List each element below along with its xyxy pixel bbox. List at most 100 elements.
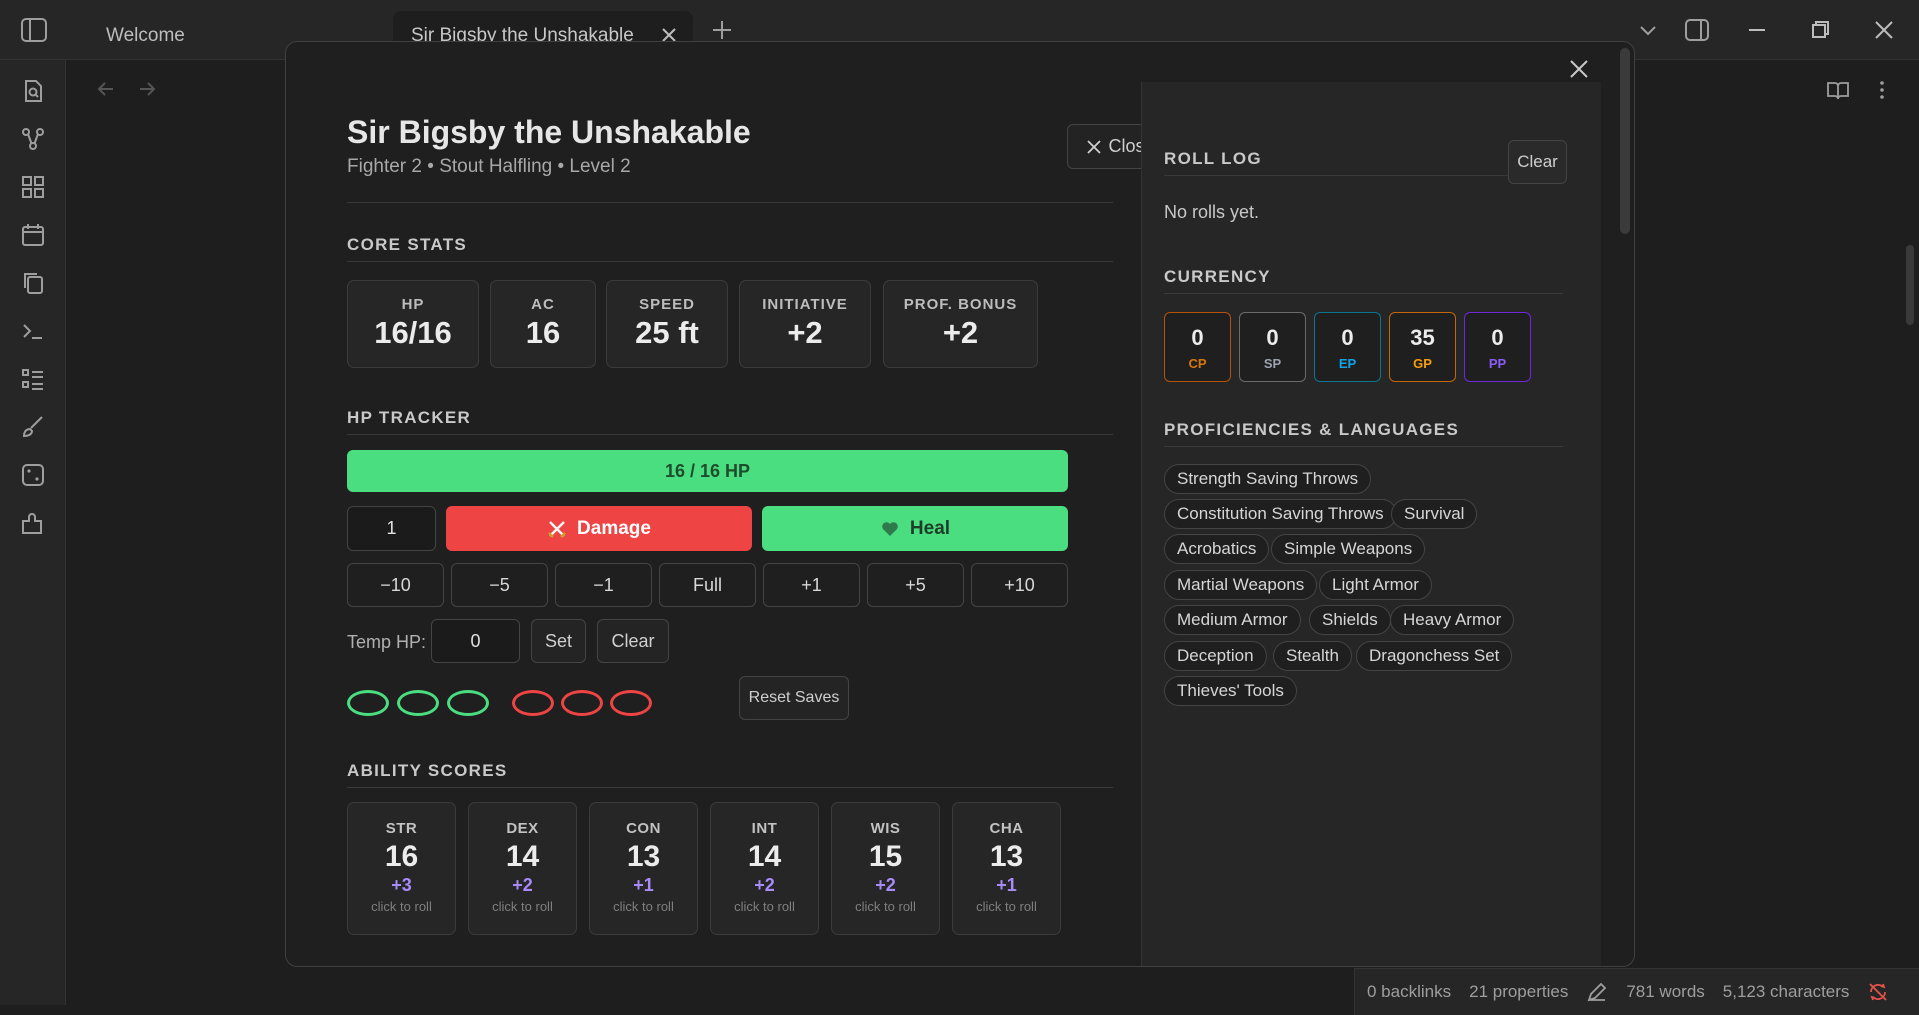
ability-hint: click to roll <box>613 899 674 914</box>
calendar-icon[interactable] <box>20 222 46 248</box>
copy-icon[interactable] <box>20 270 46 296</box>
coin-label: EP <box>1338 356 1357 371</box>
more-options-icon[interactable] <box>1870 78 1894 102</box>
death-save-success-2[interactable] <box>397 690 439 716</box>
ability-label: CHA <box>989 820 1024 837</box>
modal-close-icon[interactable] <box>1568 58 1590 80</box>
hp-bar-text: 16 / 16 HP <box>664 460 751 481</box>
ability-str[interactable]: STR 16 +3 click to roll <box>347 802 456 935</box>
arrow-right-icon[interactable] <box>136 78 158 100</box>
stat-label: HP <box>401 296 425 313</box>
reset-saves-button[interactable]: Reset Saves <box>739 676 849 720</box>
hp-bar: 16 / 16 HP <box>347 450 1068 492</box>
temp-hp-clear-button[interactable]: Clear <box>597 619 669 663</box>
stat-value: +2 <box>787 315 823 350</box>
hp-full-button[interactable]: Full <box>659 563 756 607</box>
modal-scrollbar[interactable] <box>1620 48 1630 234</box>
ability-con[interactable]: CON 13 +1 click to roll <box>589 802 698 935</box>
layout-grid-icon[interactable] <box>20 174 46 200</box>
stat-label: INITIATIVE <box>762 296 848 313</box>
arrow-left-icon[interactable] <box>95 78 117 100</box>
file-search-icon[interactable] <box>20 78 46 104</box>
divider <box>1164 293 1563 294</box>
dice-icon[interactable] <box>20 462 46 488</box>
terminal-icon[interactable] <box>20 318 46 344</box>
editor-scrollbar[interactable] <box>1906 245 1914 325</box>
roll-log-clear-button[interactable]: Clear <box>1508 140 1567 184</box>
ability-dex[interactable]: DEX 14 +2 click to roll <box>468 802 577 935</box>
proficiency-tag: Medium Armor <box>1164 605 1301 635</box>
ability-modifier: +1 <box>633 875 654 895</box>
coin-sp[interactable]: 0 SP <box>1239 312 1306 382</box>
status-bar: 0 backlinks 21 properties 781 words 5,12… <box>1354 968 1919 1015</box>
coin-gp[interactable]: 35 GP <box>1389 312 1456 382</box>
puzzle-icon[interactable] <box>20 510 46 536</box>
coin-value: 0 <box>1191 325 1204 350</box>
roll-log-empty: No rolls yet. <box>1164 202 1260 222</box>
stat-value: +2 <box>942 315 979 350</box>
coin-label: PP <box>1488 356 1507 371</box>
backlinks-count[interactable]: 0 backlinks <box>1367 982 1451 1002</box>
ability-int[interactable]: INT 14 +2 click to roll <box>710 802 819 935</box>
stat-initiative[interactable]: INITIATIVE +2 <box>739 280 871 368</box>
hp-quick-plus-1-button[interactable]: +1 <box>763 563 860 607</box>
divider <box>347 202 1113 203</box>
death-save-failure-1[interactable] <box>512 690 554 716</box>
coin-pp[interactable]: 0 PP <box>1464 312 1531 382</box>
restore-icon[interactable] <box>1808 18 1832 42</box>
character-count: 5,123 characters <box>1722 982 1850 1001</box>
ability-wis[interactable]: WIS 15 +2 click to roll <box>831 802 940 935</box>
damage-button[interactable]: Damage <box>446 506 752 551</box>
ability-label: CON <box>626 820 661 837</box>
ability-score: 13 <box>626 840 661 873</box>
death-save-success-1[interactable] <box>347 690 389 716</box>
proficiency-tag: Survival <box>1391 499 1478 529</box>
ability-modifier: +2 <box>875 875 896 895</box>
stat-value: 16/16 <box>374 315 452 350</box>
proficiency-tag: Dragonchess Set <box>1356 641 1513 671</box>
ability-cha[interactable]: CHA 13 +1 click to roll <box>952 802 1061 935</box>
character-side-panel: ROLL LOG Clear No rolls yet. CURRENCY 0 … <box>1142 82 1601 966</box>
list-icon[interactable] <box>20 366 46 392</box>
brush-icon[interactable] <box>20 414 46 440</box>
proficiency-tag: Thieves' Tools <box>1164 676 1297 706</box>
hp-quick-plus-5-button[interactable]: +5 <box>867 563 964 607</box>
sync-off-icon[interactable] <box>1867 981 1889 1003</box>
properties-count[interactable]: 21 properties <box>1469 982 1568 1002</box>
proficiencies-title: PROFICIENCIES & LANGUAGES <box>1164 420 1460 439</box>
ability-label: WIS <box>870 820 901 837</box>
coin-ep[interactable]: 0 EP <box>1314 312 1381 382</box>
pencil-icon[interactable] <box>1586 981 1608 1003</box>
death-save-failure-3[interactable] <box>610 690 652 716</box>
hp-quick-plus-10-button[interactable]: +10 <box>971 563 1068 607</box>
death-save-success-3[interactable] <box>447 690 489 716</box>
hp-quick-minus-5-button[interactable]: −5 <box>451 563 548 607</box>
coin-label: CP <box>1188 356 1207 371</box>
graph-icon[interactable] <box>20 126 46 152</box>
ability-modifier: +2 <box>512 875 533 895</box>
coin-cp[interactable]: 0 CP <box>1164 312 1231 382</box>
sidebar-toggle-icon[interactable] <box>20 17 48 43</box>
green-heart-icon <box>882 521 898 536</box>
temp-hp-set-button[interactable]: Set <box>531 619 586 663</box>
heal-button[interactable]: Heal <box>762 506 1068 551</box>
hp-amount-input[interactable] <box>347 506 436 551</box>
death-save-failure-2[interactable] <box>561 690 603 716</box>
ability-hint: click to roll <box>492 899 553 914</box>
character-name: Sir Bigsby the Unshakable <box>347 114 751 150</box>
hp-quick-minus-1-button[interactable]: −1 <box>555 563 652 607</box>
chevron-down-icon[interactable] <box>1636 18 1660 42</box>
ability-modifier: +3 <box>391 875 412 895</box>
hp-quick-minus-10-button[interactable]: −10 <box>347 563 444 607</box>
divider <box>347 434 1113 435</box>
plus-icon[interactable] <box>710 18 734 42</box>
proficiency-tag: Deception <box>1164 641 1267 671</box>
temp-hp-input[interactable] <box>431 619 520 663</box>
book-open-icon[interactable] <box>1826 78 1850 102</box>
proficiency-tag: Light Armor <box>1319 570 1432 600</box>
sidebar-right-icon[interactable] <box>1684 18 1709 42</box>
minimize-icon[interactable] <box>1745 18 1769 42</box>
window-close-icon[interactable] <box>1872 18 1896 42</box>
temp-hp-label: Temp HP: <box>347 632 427 652</box>
divider <box>347 261 1113 262</box>
